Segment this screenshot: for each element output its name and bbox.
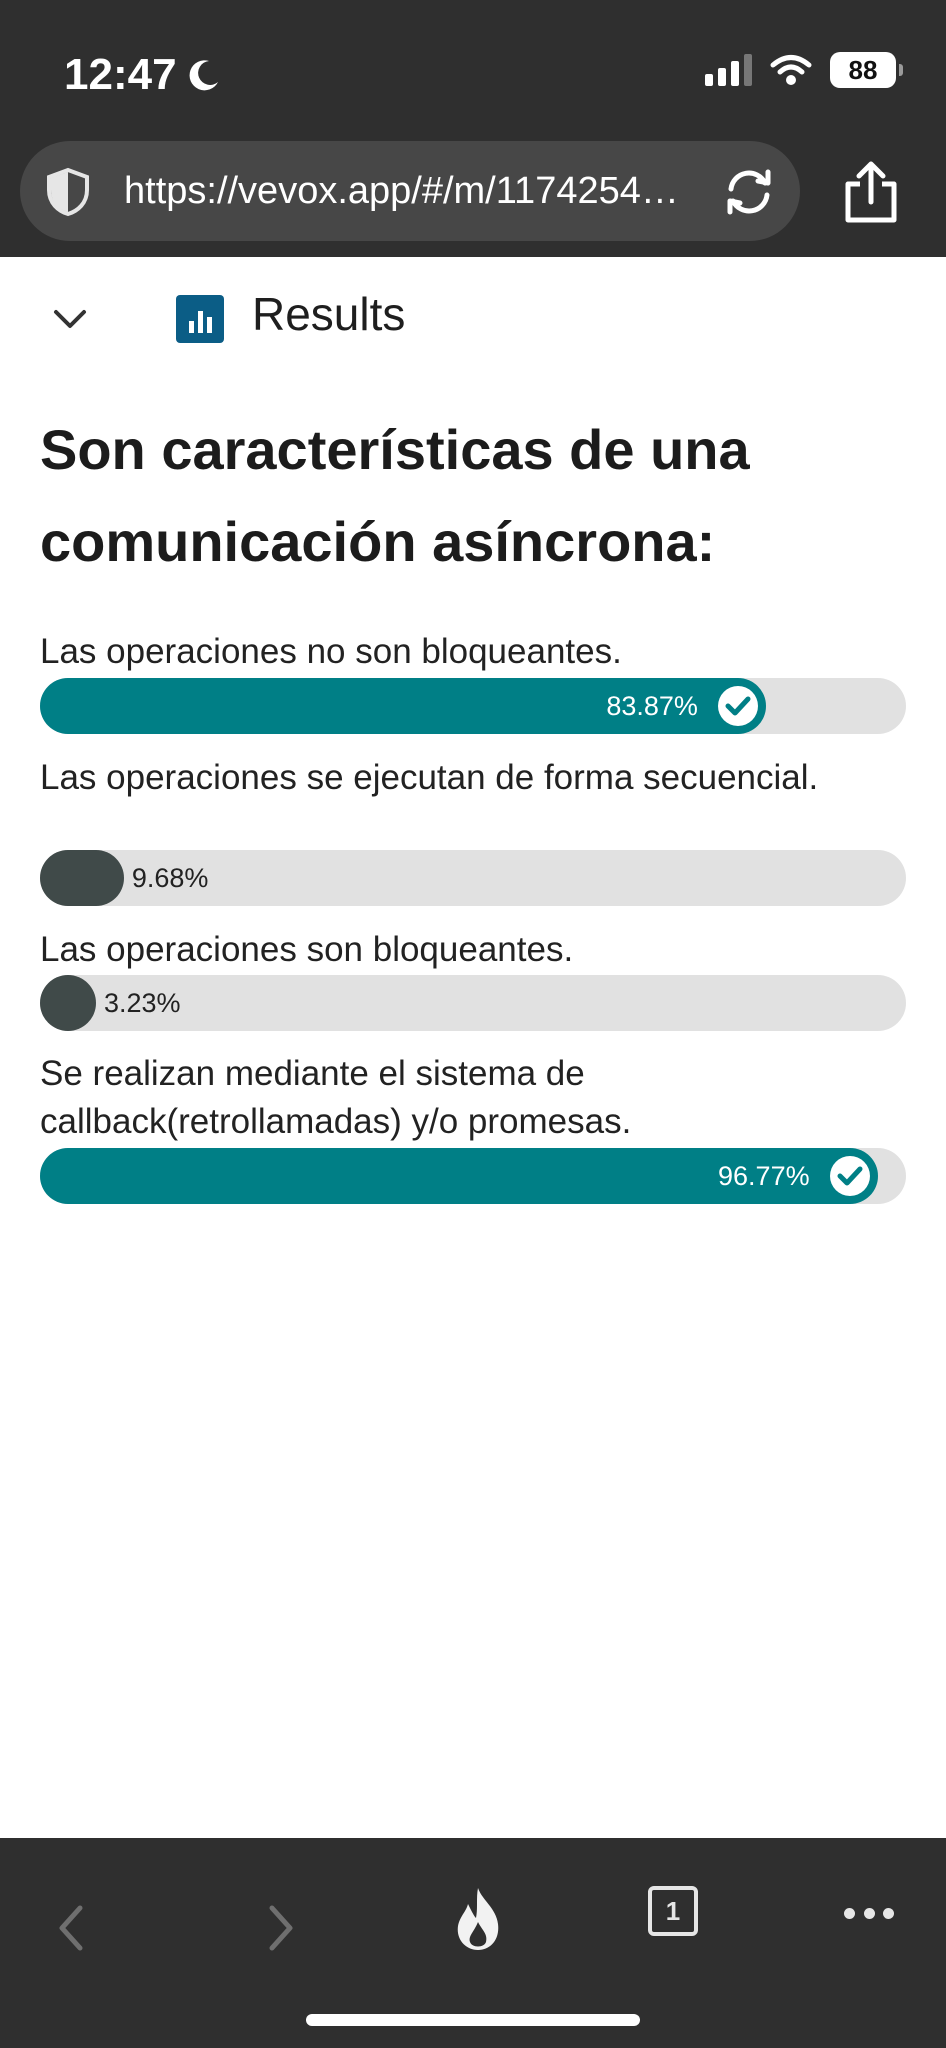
- address-bar[interactable]: https://vevox.app/#/m/1174254…: [20, 141, 800, 241]
- check-icon: [718, 686, 759, 726]
- time-text: 12:47: [64, 50, 177, 99]
- option-bar-track: 96.77%: [40, 1148, 906, 1204]
- bar-chart-icon: [176, 295, 224, 343]
- signal-icon: [705, 54, 752, 86]
- reload-icon[interactable]: [720, 163, 778, 221]
- share-icon[interactable]: [840, 160, 902, 226]
- option-bar-track: 83.87%: [40, 678, 906, 734]
- browser-top-bar: 12:47 88 https://vevox.app/#/m/1174254…: [0, 0, 946, 257]
- status-time: 12:47: [64, 50, 221, 100]
- tab-count: 1: [665, 1895, 681, 1926]
- option-label: Se realizan mediante el sistema de callb…: [40, 1054, 632, 1141]
- results-header: Results: [0, 257, 946, 377]
- option-percent: 83.87%: [606, 691, 698, 721]
- option-label: Las operaciones no son bloqueantes.: [40, 632, 622, 671]
- moon-icon: [189, 60, 218, 91]
- option-percent: 3.23%: [104, 988, 181, 1018]
- url-text[interactable]: https://vevox.app/#/m/1174254…: [124, 170, 724, 213]
- question-text: Son características de una comunicación …: [40, 418, 750, 573]
- results-title: Results: [252, 288, 406, 340]
- shield-icon[interactable]: [42, 166, 94, 218]
- check-icon: [830, 1156, 871, 1196]
- back-icon[interactable]: [50, 1898, 90, 1958]
- browser-bottom-bar: 1: [0, 1838, 946, 2048]
- battery-level: 88: [848, 54, 878, 85]
- flame-icon[interactable]: [452, 1886, 504, 1952]
- wifi-icon: [770, 55, 812, 85]
- option-percent: 9.68%: [131, 863, 209, 893]
- status-icons: 88: [705, 52, 903, 88]
- option-label: Las operaciones son bloqueantes.: [40, 930, 574, 969]
- option-bar-track: 3.23%: [40, 975, 906, 1031]
- battery-icon: 88: [830, 52, 903, 88]
- more-icon[interactable]: [844, 1908, 894, 1920]
- home-indicator: [306, 2014, 640, 2026]
- option-percent: 96.77%: [718, 1161, 810, 1191]
- option-bar-fill: [40, 975, 96, 1031]
- chevron-down-icon[interactable]: [52, 307, 88, 331]
- option-bar-track: 9.68%: [40, 850, 906, 906]
- forward-icon[interactable]: [262, 1898, 302, 1958]
- option-bar-fill: [40, 850, 124, 906]
- tabs-icon[interactable]: 1: [648, 1886, 698, 1936]
- option-label: Las operaciones se ejecutan de forma sec…: [40, 758, 819, 797]
